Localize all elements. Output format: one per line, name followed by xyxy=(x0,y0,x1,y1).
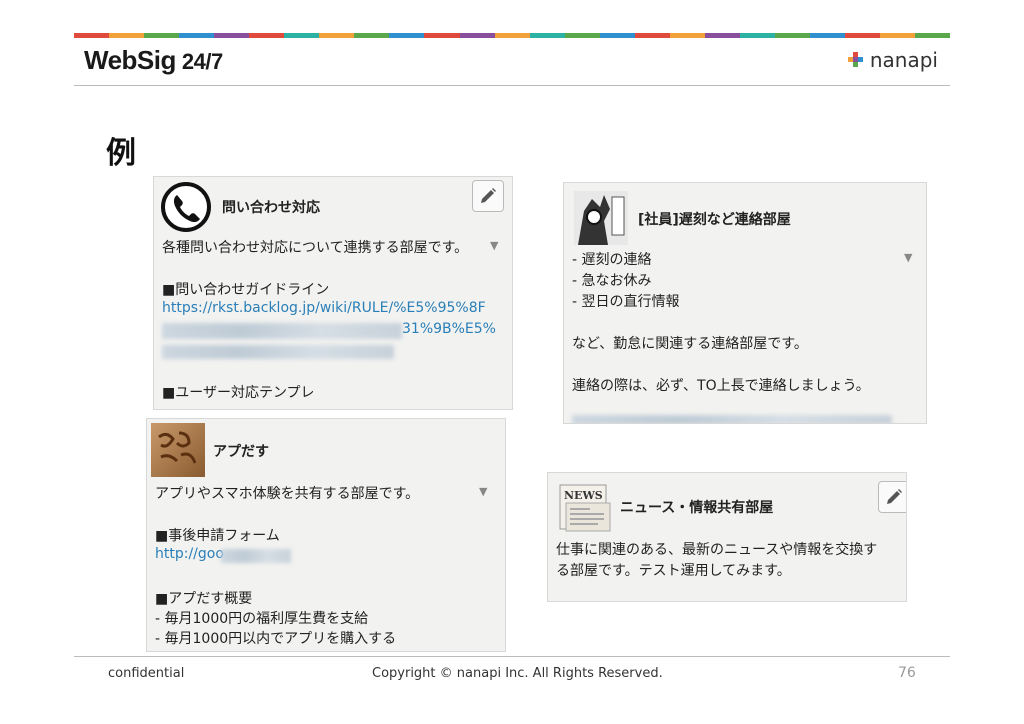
color-stripe xyxy=(74,33,951,38)
form-heading: ■事後申請フォーム xyxy=(155,528,280,544)
list-item: - 急なお休み xyxy=(572,273,652,289)
nanapi-wordmark: nanapi xyxy=(869,48,938,72)
stripe-segment xyxy=(179,33,215,38)
stripe-segment xyxy=(424,33,460,38)
copyright-text: Copyright © nanapi Inc. All Rights Reser… xyxy=(372,666,663,681)
stripe-segment xyxy=(704,33,740,38)
room-card-apps: アプだす ▼ アプリやスマホ体験を共有する部屋です。 ■事後申請フォーム htt… xyxy=(146,418,506,652)
stripe-segment xyxy=(459,33,495,38)
room-card-late: [社員]遅刻など連絡部屋 ▼ - 遅刻の連絡 - 急なお休み - 翌日の直行情報… xyxy=(563,182,927,424)
stripe-segment xyxy=(845,33,881,38)
phone-icon xyxy=(160,181,212,233)
redacted-link-part xyxy=(162,323,402,339)
nanapi-logo: nanapi xyxy=(847,48,938,72)
overview-heading: ■アプだす概要 xyxy=(155,591,253,607)
expand-caret-icon[interactable]: ▼ xyxy=(904,251,912,264)
stripe-segment xyxy=(214,33,250,38)
brand-suffix: 24/7 xyxy=(181,49,223,74)
redacted-link-part xyxy=(221,549,291,563)
stripe-segment xyxy=(109,33,145,38)
stripe-segment xyxy=(739,33,775,38)
news-label: NEWS xyxy=(564,489,603,502)
room-description: アプリやスマホ体験を共有する部屋です。 xyxy=(155,486,420,502)
stripe-segment xyxy=(74,33,110,38)
brand-name: WebSig xyxy=(84,45,176,75)
stripe-segment xyxy=(599,33,635,38)
pencil-icon xyxy=(481,188,496,203)
stripe-segment xyxy=(809,33,846,38)
stripe-segment xyxy=(634,33,670,38)
stripe-segment xyxy=(249,33,285,38)
stripe-segment xyxy=(564,33,600,38)
room-description: 仕事に関連のある、最新のニュースや情報を交換す xyxy=(556,542,878,558)
manga-avatar xyxy=(574,191,628,245)
footer-divider xyxy=(74,656,950,657)
stripe-segment xyxy=(880,33,916,38)
slide-title: 例 xyxy=(106,136,136,171)
room-card-news: NEWS ニュース・情報共有部屋 仕事に関連のある、最新のニュースや情報を交換す… xyxy=(547,472,907,602)
list-item: - 毎月1000円の福利厚生費を支給 xyxy=(155,611,369,627)
guideline-link[interactable]: https://rkst.backlog.jp/wiki/RULE/%E5%95… xyxy=(162,300,486,316)
room-title[interactable]: 問い合わせ対応 xyxy=(222,197,320,217)
stripe-segment xyxy=(354,33,390,38)
page-number: 76 xyxy=(898,665,916,681)
room-description-cont: る部屋です。テスト運用してみます。 xyxy=(556,563,791,579)
pencil-icon xyxy=(887,489,902,504)
room-card-inquiry: 問い合わせ対応 各種問い合わせ対応について連携する部屋です。 ▼ ■問い合わせガ… xyxy=(153,176,513,410)
stripe-segment xyxy=(494,33,530,38)
edit-button[interactable] xyxy=(472,180,504,212)
websig-logo: WebSig 24/7 xyxy=(84,45,223,76)
edit-button[interactable] xyxy=(878,481,906,513)
template-heading: ■ユーザー対応テンプレ xyxy=(162,385,315,401)
newspaper-icon: NEWS xyxy=(558,481,612,535)
guideline-heading: ■問い合わせガイドライン xyxy=(162,282,330,298)
room-title[interactable]: アプだす xyxy=(213,441,269,461)
list-item: - 遅刻の連絡 xyxy=(572,252,652,268)
list-item: - 翌日の直行情報 xyxy=(572,294,680,310)
stripe-segment xyxy=(144,33,180,38)
guideline-link-tail[interactable]: 31%9B%E5% xyxy=(402,321,496,337)
redacted-link-part xyxy=(162,345,394,359)
wood-logo-avatar xyxy=(151,423,205,477)
stripe-segment xyxy=(389,33,425,38)
confidential-label: confidential xyxy=(108,666,185,681)
stripe-segment xyxy=(915,33,951,38)
stripe-segment xyxy=(319,33,355,38)
room-description: 各種問い合わせ対応について連携する部屋です。 xyxy=(162,240,469,256)
room-description: など、勤怠に関連する連絡部屋です。 xyxy=(572,336,808,352)
stripe-segment xyxy=(529,33,565,38)
stripe-segment xyxy=(774,33,810,38)
header-divider xyxy=(74,85,950,86)
room-title[interactable]: [社員]遅刻など連絡部屋 xyxy=(638,209,791,229)
stripe-segment xyxy=(669,33,705,38)
room-title[interactable]: ニュース・情報共有部屋 xyxy=(620,497,773,517)
room-rule: 連絡の際は、必ず、TO上長で連絡しましょう。 xyxy=(572,378,870,394)
cut-off-line xyxy=(572,415,892,423)
expand-caret-icon[interactable]: ▼ xyxy=(490,239,498,252)
nanapi-mark-icon xyxy=(847,52,864,68)
stripe-segment xyxy=(284,33,320,38)
form-link[interactable]: http://goo xyxy=(155,546,224,562)
expand-caret-icon[interactable]: ▼ xyxy=(479,485,487,498)
list-item: - 毎月1000円以内でアプリを購入する xyxy=(155,631,397,647)
